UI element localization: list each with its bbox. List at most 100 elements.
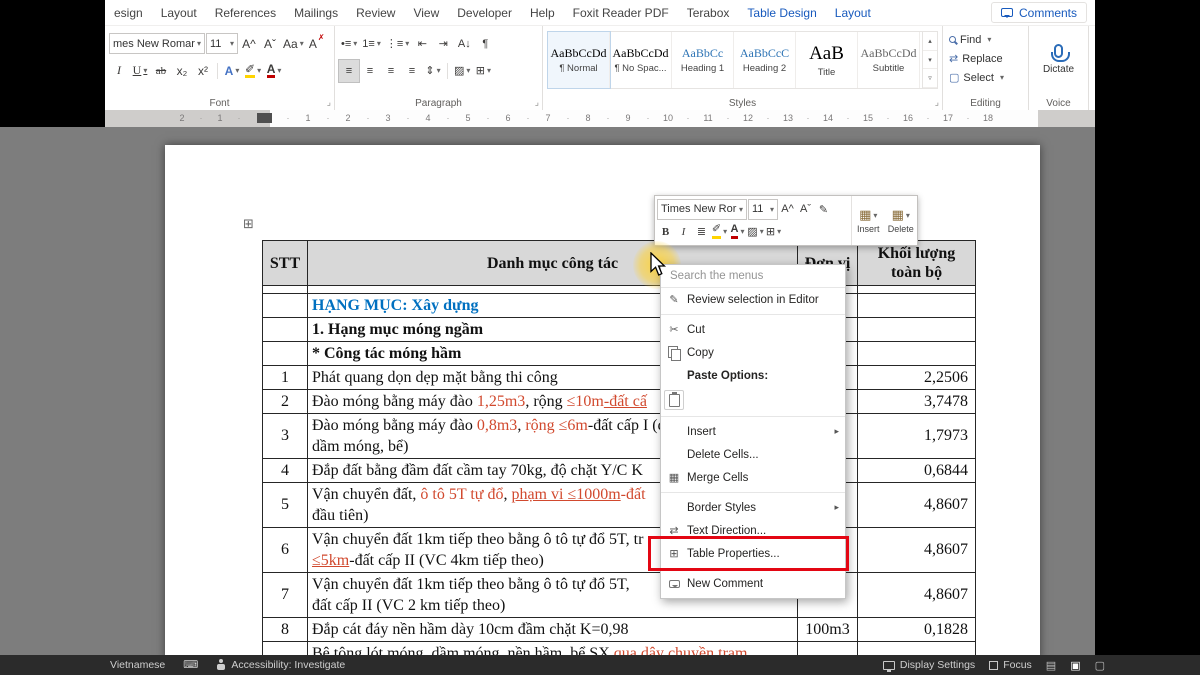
ribbon-tab-mailings[interactable]: Mailings: [285, 0, 347, 25]
mini-font-name-select[interactable]: Times New Ror▾: [657, 199, 747, 220]
style-card-subtitle[interactable]: AaBbCcDdSubtitle: [858, 32, 920, 88]
styles-scroll-down-button[interactable]: ▾: [923, 51, 937, 70]
mini-highlight-button[interactable]: ✐▾: [711, 222, 728, 241]
mini-bold-button[interactable]: B: [657, 222, 674, 241]
bullets-button[interactable]: •≡▾: [339, 33, 359, 55]
menu-item-merge-cells[interactable]: ▦Merge Cells: [661, 466, 845, 489]
ribbon-tab-view[interactable]: View: [404, 0, 448, 25]
mini-styles-button[interactable]: ≣: [693, 222, 710, 241]
justify-button[interactable]: ≡: [402, 60, 422, 82]
replace-button[interactable]: ⇄ Replace: [947, 49, 1024, 68]
comments-button[interactable]: Comments: [991, 2, 1087, 23]
menu-item-new-comment[interactable]: New Comment: [661, 572, 845, 595]
grow-font-button[interactable]: A^: [239, 33, 259, 55]
strikethrough-button[interactable]: ab: [151, 60, 171, 82]
keyboard-icon[interactable]: ⌨: [183, 659, 198, 671]
focus-button[interactable]: Focus: [989, 659, 1032, 671]
dictate-button[interactable]: Dictate: [1033, 30, 1084, 88]
web-layout-button[interactable]: ▢: [1095, 659, 1105, 672]
ribbon-tab-review[interactable]: Review: [347, 0, 404, 25]
ribbon-tab-layout[interactable]: Layout: [826, 0, 880, 25]
mini-shrink-font-button[interactable]: Aˇ: [797, 200, 814, 219]
ribbon-tab-terabox[interactable]: Terabox: [678, 0, 739, 25]
styles-dialog-launcher-icon[interactable]: ⌟: [935, 97, 939, 108]
cell-qty: [858, 318, 976, 342]
style-card-normal[interactable]: AaBbCcDd¶ Normal: [548, 32, 610, 88]
mini-borders-button[interactable]: ⊞▾: [765, 222, 782, 241]
ribbon-tab-foxit-reader-pdf[interactable]: Foxit Reader PDF: [564, 0, 678, 25]
read-mode-button[interactable]: ▤: [1046, 659, 1056, 672]
menu-item-delete-cells[interactable]: Delete Cells...: [661, 443, 845, 466]
mini-italic-button[interactable]: I: [675, 222, 692, 241]
format-painter-button[interactable]: ✎: [815, 200, 832, 219]
table-move-handle-icon[interactable]: ⊞: [243, 216, 254, 232]
mini-shading-button[interactable]: ▨▾: [747, 222, 764, 241]
increase-indent-button[interactable]: ⇥: [433, 33, 453, 55]
styles-scroll-up-button[interactable]: ▴: [923, 32, 937, 51]
font-name-select[interactable]: mes New Romar▾: [109, 33, 205, 54]
display-settings-button[interactable]: Display Settings: [883, 659, 975, 671]
paste-option-button[interactable]: [664, 390, 684, 410]
decrease-indent-button[interactable]: ⇤: [412, 33, 432, 55]
menu-item-text-direction[interactable]: ⇄Text Direction...: [661, 519, 845, 542]
ribbon-tab-esign[interactable]: esign: [105, 0, 152, 25]
borders-button[interactable]: ⊞▾: [473, 60, 493, 82]
shading-button[interactable]: ▨▾: [452, 60, 472, 82]
underline-button[interactable]: U▾: [130, 60, 150, 82]
align-left-button[interactable]: ≡: [339, 60, 359, 82]
align-right-button[interactable]: ≡: [381, 60, 401, 82]
accessibility-button[interactable]: Accessibility: Investigate: [216, 659, 345, 671]
horizontal-ruler[interactable]: 21··1·2·3·4·5·6·7·8·9·10·11·12·13·14·15·…: [105, 110, 1095, 127]
style-card-title[interactable]: AaBTitle: [796, 32, 858, 88]
multilevel-list-button[interactable]: ⋮≡▾: [384, 33, 411, 55]
find-button[interactable]: Find▾: [947, 30, 1024, 49]
mini-font-size-select[interactable]: 11▾: [748, 199, 778, 220]
ribbon-tab-layout[interactable]: Layout: [152, 0, 206, 25]
ribbon-tab-help[interactable]: Help: [521, 0, 564, 25]
ribbon-tab-references[interactable]: References: [206, 0, 285, 25]
font-color-button[interactable]: A▾: [264, 60, 284, 82]
menu-item-review-selection-in-editor[interactable]: ✎Review selection in Editor: [661, 288, 845, 311]
highlight-color-button[interactable]: ✐▾: [243, 60, 263, 82]
ruler-ind-marker[interactable]: [257, 113, 272, 123]
superscript-button[interactable]: x²: [193, 60, 213, 82]
construction-items-table[interactable]: STTDanh mục công tácĐơn vịKhối lượng toà…: [262, 240, 976, 655]
font-size-select[interactable]: 11▾: [206, 33, 238, 54]
style-card-heading-2[interactable]: AaBbCcCHeading 2: [734, 32, 796, 88]
align-center-button[interactable]: ≡: [360, 60, 380, 82]
numbering-button[interactable]: 1≡▾: [360, 33, 383, 55]
text-effects-button[interactable]: A▾: [222, 60, 242, 82]
menu-item-paste-options[interactable]: Paste Options:: [661, 364, 845, 387]
italic-button[interactable]: I: [109, 60, 129, 82]
line-spacing-button[interactable]: ⇕▾: [423, 60, 443, 82]
subscript-button[interactable]: x₂: [172, 60, 192, 82]
shrink-font-button[interactable]: Aˇ: [260, 33, 280, 55]
paragraph-dialog-launcher-icon[interactable]: ⌟: [535, 97, 539, 108]
insert-table-icon: ▦▾: [859, 207, 877, 223]
ribbon-tab-table-design[interactable]: Table Design: [738, 0, 825, 25]
menu-item-cut[interactable]: ✂Cut: [661, 318, 845, 341]
ribbon-tab-developer[interactable]: Developer: [448, 0, 521, 25]
sort-button[interactable]: A↓: [454, 33, 474, 55]
cell-stt: 4: [263, 459, 308, 483]
menu-item-copy[interactable]: Copy: [661, 341, 845, 364]
mini-grow-font-button[interactable]: A^: [779, 200, 796, 219]
font-dialog-launcher-icon[interactable]: ⌟: [327, 97, 331, 108]
menu-item-table-properties[interactable]: ⊞Table Properties...: [661, 542, 845, 565]
mini-delete-button[interactable]: ▦▾ Delete: [885, 196, 918, 245]
menu-item-insert[interactable]: Insert▸: [661, 420, 845, 443]
menu-item-border-styles[interactable]: Border Styles▸: [661, 496, 845, 519]
menu-search-input[interactable]: Search the menus: [661, 265, 845, 288]
select-button[interactable]: ▢ Select▾: [947, 68, 1024, 87]
show-formatting-button[interactable]: ¶: [475, 33, 495, 55]
mini-insert-button[interactable]: ▦▾ Insert: [852, 196, 885, 245]
language-button[interactable]: Vietnamese: [110, 659, 165, 671]
print-layout-button[interactable]: ▣: [1070, 659, 1080, 672]
style-card-no-spac[interactable]: AaBbCcDd¶ No Spac...: [610, 32, 672, 88]
change-case-button[interactable]: Aa▾: [281, 33, 306, 55]
mini-font-color-button[interactable]: A▾: [729, 222, 746, 241]
clear-formatting-button[interactable]: A✗: [307, 33, 327, 55]
menu-item-paste-option[interactable]: [661, 387, 845, 413]
styles-more-button[interactable]: ▿: [923, 69, 937, 88]
style-card-heading-1[interactable]: AaBbCcHeading 1: [672, 32, 734, 88]
